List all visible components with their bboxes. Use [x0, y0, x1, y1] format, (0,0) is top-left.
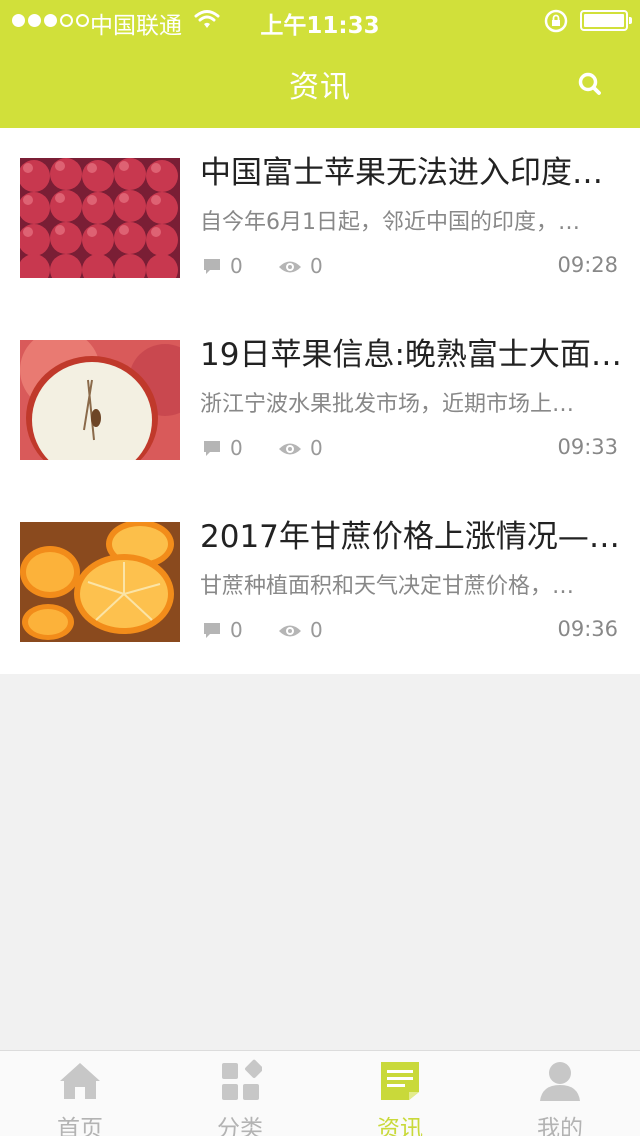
- news-summary: 浙江宁波水果批发市场，近期市场上…: [200, 392, 575, 417]
- tab-home-label: 首页: [57, 1116, 103, 1136]
- category-icon: [222, 1059, 262, 1100]
- tab-profile[interactable]: 我的: [480, 1051, 640, 1136]
- view-count: 0: [278, 436, 323, 460]
- news-summary: 自今年6月1日起，邻近中国的印度，…: [200, 210, 580, 235]
- news-item[interactable]: 2017年甘蔗价格上涨情况—… 甘蔗种植面积和天气决定甘蔗价格，… 0 0 09…: [0, 492, 640, 674]
- rotation-lock-icon: [544, 9, 568, 33]
- news-time: 09:33: [557, 435, 618, 459]
- tab-home[interactable]: 首页: [0, 1051, 160, 1136]
- news-list: 中国富士苹果无法进入印度… 自今年6月1日起，邻近中国的印度，… 0 0 09:…: [0, 128, 640, 674]
- battery-icon: [580, 10, 632, 31]
- view-count: 0: [278, 254, 323, 278]
- tab-news-label: 资讯: [377, 1116, 423, 1136]
- view-count-value: 0: [310, 254, 323, 278]
- tab-category[interactable]: 分类: [160, 1051, 320, 1136]
- view-count-value: 0: [310, 618, 323, 642]
- tab-profile-label: 我的: [537, 1116, 583, 1136]
- search-icon[interactable]: [576, 70, 604, 98]
- news-thumbnail-red-apples: [20, 158, 180, 278]
- top-bar: 中国联通 上午11:33 资讯: [0, 0, 640, 128]
- comment-count-value: 0: [230, 254, 243, 278]
- status-bar: 中国联通 上午11:33: [0, 0, 640, 40]
- page-title: 资讯: [289, 70, 351, 105]
- news-summary: 甘蔗种植面积和天气决定甘蔗价格，…: [200, 574, 575, 599]
- comment-icon: [204, 259, 220, 274]
- news-title: 2017年甘蔗价格上涨情况—…: [200, 519, 620, 555]
- user-icon: [540, 1062, 580, 1101]
- eye-icon: [279, 261, 301, 273]
- news-thumbnail-orange-slices: [20, 522, 180, 642]
- comment-count-value: 0: [230, 436, 243, 460]
- tab-news[interactable]: 资讯: [320, 1051, 480, 1136]
- news-thumbnail-cut-apple: [20, 340, 180, 460]
- eye-icon: [279, 443, 301, 455]
- comment-count-value: 0: [230, 618, 243, 642]
- eye-icon: [279, 625, 301, 637]
- news-item[interactable]: 19日苹果信息:晚熟富士大面… 浙江宁波水果批发市场，近期市场上… 0 0 09…: [0, 310, 640, 492]
- comment-count: 0: [202, 618, 243, 642]
- bottom-tab-bar: 首页 分类 资讯 我的: [0, 1050, 640, 1136]
- comment-icon: [204, 623, 220, 638]
- view-count: 0: [278, 618, 323, 642]
- comment-icon: [204, 441, 220, 456]
- news-item[interactable]: 中国富士苹果无法进入印度… 自今年6月1日起，邻近中国的印度，… 0 0 09:…: [0, 128, 640, 310]
- news-time: 09:28: [557, 253, 618, 277]
- home-icon: [60, 1063, 100, 1099]
- tab-category-label: 分类: [217, 1116, 263, 1136]
- news-icon: [381, 1062, 419, 1100]
- comment-count: 0: [202, 254, 243, 278]
- view-count-value: 0: [310, 436, 323, 460]
- news-title: 19日苹果信息:晚熟富士大面…: [200, 337, 622, 373]
- comment-count: 0: [202, 436, 243, 460]
- news-time: 09:36: [557, 617, 618, 641]
- news-title: 中国富士苹果无法进入印度…: [200, 155, 603, 191]
